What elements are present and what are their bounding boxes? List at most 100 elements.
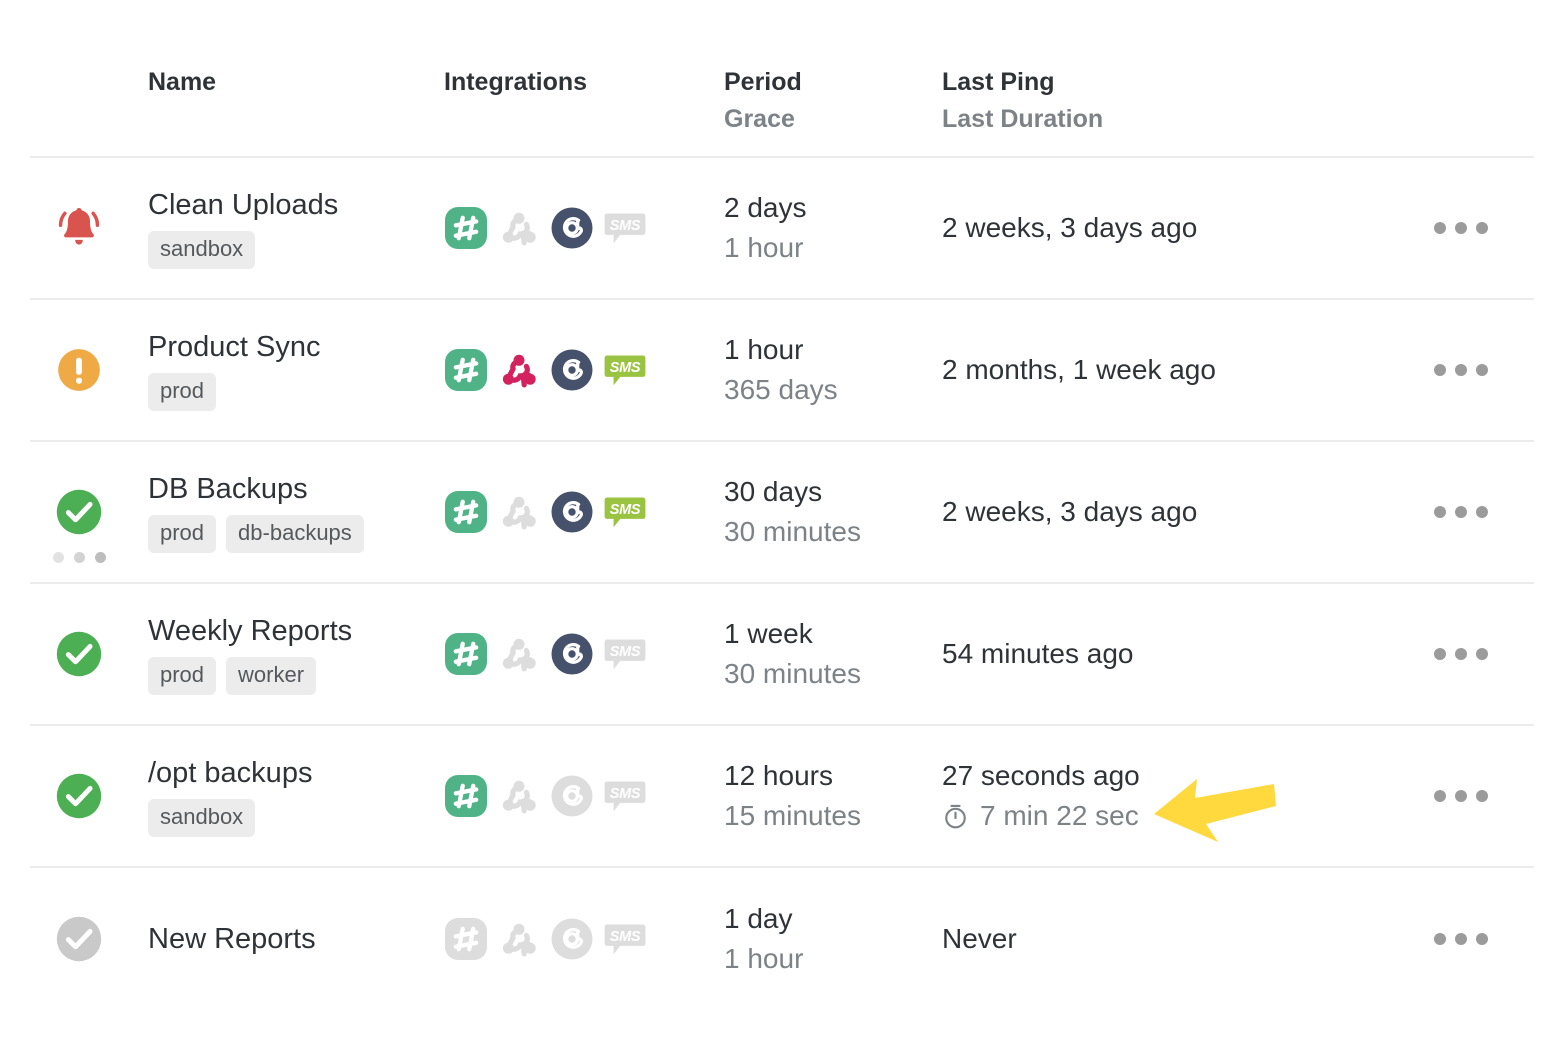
email-icon [551,633,593,675]
last-ping-value: 27 seconds ago [942,760,1140,791]
options-menu-button[interactable] [1434,648,1488,660]
integration-sms-enabled[interactable]: SMS [603,490,647,534]
last-ping-cell: 2 weeks, 3 days ago [942,157,1412,299]
integration-email-enabled[interactable] [550,348,594,392]
status-badge[interactable] [50,761,108,831]
tag-list: sandbox [148,230,444,269]
integration-slack-enabled[interactable] [444,632,488,676]
integration-webhook-disabled[interactable] [497,917,541,961]
integration-sms-disabled[interactable]: SMS [603,917,647,961]
status-badge[interactable] [50,335,108,405]
integration-email-enabled[interactable] [550,206,594,250]
webhook-icon [502,780,536,814]
column-header-title: Period [724,68,802,96]
integration-slack-enabled[interactable] [444,774,488,818]
last-ping-value: 54 minutes ago [942,638,1134,669]
tag[interactable]: sandbox [148,230,256,269]
tag[interactable]: worker [226,656,317,695]
sms-icon: SMS [604,355,646,386]
sms-icon: SMS [604,781,646,812]
check-name-link[interactable]: /opt backups [148,757,312,789]
check-name-link[interactable]: DB Backups [148,473,308,505]
integration-webhook-disabled[interactable] [497,774,541,818]
tag[interactable]: prod [148,514,217,553]
check-name-link[interactable]: New Reports [148,923,316,955]
name-cell: Clean Uploads sandbox [148,157,444,299]
status-badge[interactable] [50,619,108,689]
options-menu-button[interactable] [1434,932,1488,945]
svg-text:SMS: SMS [610,929,641,945]
integration-email-disabled[interactable] [550,917,594,961]
svg-text:SMS: SMS [610,786,641,802]
status-badge[interactable] [50,477,108,563]
actions-cell [1412,157,1534,299]
integration-slack-disabled[interactable] [444,917,488,961]
status-badge[interactable] [50,193,108,263]
status-cell [30,867,148,1009]
webhook-icon [502,354,536,388]
tag[interactable]: db-backups [226,514,364,553]
options-menu-button[interactable] [1434,364,1488,376]
integration-slack-enabled[interactable] [444,348,488,392]
name-cell: /opt backups sandbox [148,725,444,867]
status-cell [30,157,148,299]
tag-list: prod db-backups [148,514,444,553]
column-header-title: Last Ping [942,68,1055,96]
options-menu-button[interactable] [1434,790,1488,802]
integration-sms-disabled[interactable]: SMS [603,632,647,676]
table-body: Clean Uploads sandbox SMS 2 days 1 hour 2 wee… [30,157,1534,1009]
status-badge[interactable] [50,904,108,974]
last-ping-cell: 2 months, 1 week ago [942,299,1412,441]
check-name-link[interactable]: Product Sync [148,331,320,363]
integration-email-enabled[interactable] [550,490,594,534]
check-name-link[interactable]: Weekly Reports [148,615,352,647]
options-menu-button[interactable] [1434,222,1488,234]
tag-list: sandbox [148,798,444,837]
integration-sms-disabled[interactable]: SMS [603,774,647,818]
column-header-integrations: Integrations [444,0,724,158]
table-row[interactable]: New Reports SMS 1 day 1 hour Never [30,867,1534,1009]
last-ping-cell: 54 minutes ago [942,583,1412,725]
integrations-cell: SMS [444,867,724,1009]
integration-webhook-disabled[interactable] [497,206,541,250]
sms-icon: SMS [604,639,646,670]
grace-value: 365 days [724,374,838,405]
integration-sms-disabled[interactable]: SMS [603,206,647,250]
integration-slack-enabled[interactable] [444,490,488,534]
column-header-subtitle: Grace [724,105,795,133]
column-header-subtitle: Last Duration [942,105,1104,133]
integration-webhook-enabled[interactable] [497,348,541,392]
integration-email-disabled[interactable] [550,774,594,818]
tag[interactable]: prod [148,372,217,411]
column-header-status [30,0,148,158]
tag[interactable]: sandbox [148,798,256,837]
column-header-last_ping: Last Ping Last Duration [942,0,1412,158]
activity-dots-icon [50,552,108,563]
table-row[interactable]: /opt backups sandbox SMS 12 hours 15 minutes… [30,725,1534,867]
integration-webhook-disabled[interactable] [497,490,541,534]
status-cell [30,441,148,583]
tag[interactable]: prod [148,656,217,695]
integration-sms-enabled[interactable]: SMS [603,348,647,392]
table-row[interactable]: DB Backups prod db-backups SMS 30 days 30 min… [30,441,1534,583]
actions-cell [1412,867,1534,1009]
integration-webhook-disabled[interactable] [497,632,541,676]
status-cell [30,725,148,867]
options-menu-button[interactable] [1434,506,1488,518]
tag-list: prod worker [148,656,444,695]
svg-text:SMS: SMS [610,218,641,234]
sms-icon: SMS [604,213,646,244]
last-ping-cell: Never [942,867,1412,1009]
webhook-icon [502,212,536,246]
period-value: 2 days [724,192,807,223]
table-row[interactable]: Clean Uploads sandbox SMS 2 days 1 hour 2 wee… [30,157,1534,299]
integration-slack-enabled[interactable] [444,206,488,250]
integration-email-enabled[interactable] [550,632,594,676]
table-row[interactable]: Weekly Reports prod worker SMS 1 week 30 minu… [30,583,1534,725]
table-row[interactable]: Product Sync prod SMS 1 hour 365 days 2 month… [30,299,1534,441]
slack-icon [445,349,487,391]
period-value: 1 hour [724,334,804,365]
check-name-link[interactable]: Clean Uploads [148,189,338,221]
webhook-icon [502,923,536,956]
checks-table: Name Integrations Period Grace Last Ping Last… [30,0,1534,1009]
